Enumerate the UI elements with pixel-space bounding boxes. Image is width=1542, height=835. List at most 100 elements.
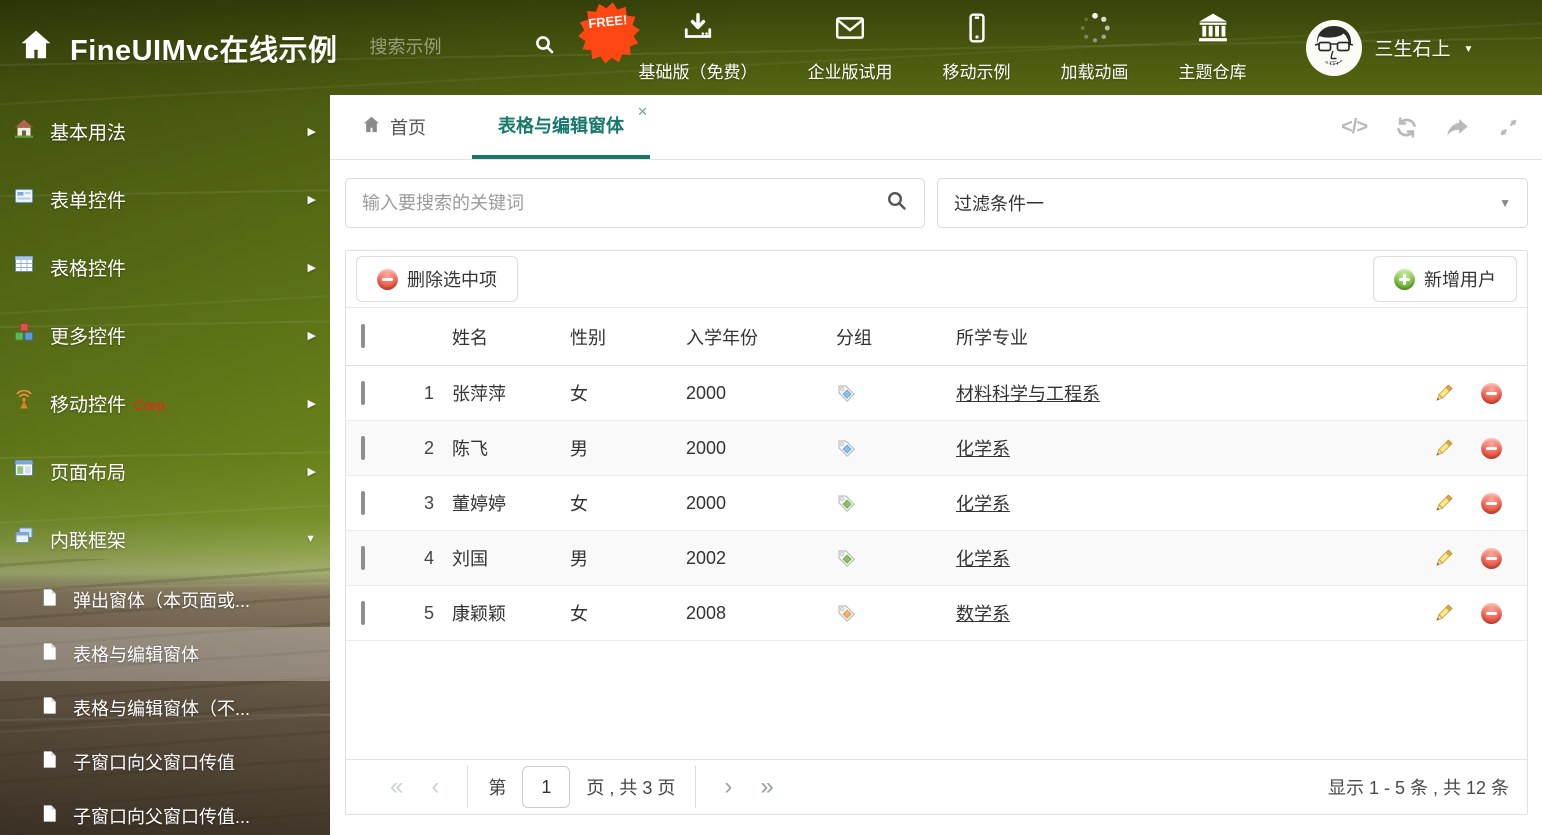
close-icon[interactable]: ✕ xyxy=(637,104,648,120)
sidebar-subitem-child-to-parent[interactable]: 子窗口向父窗口传值 xyxy=(0,735,330,789)
edit-icon[interactable] xyxy=(1432,492,1455,515)
sidebar-item-inline-frame[interactable]: 内联框架 ▼ xyxy=(0,505,330,573)
sidebar-subitem-popup-window[interactable]: 弹出窗体（本页面或... xyxy=(0,573,330,627)
caret-right-icon: ▶ xyxy=(307,193,316,206)
sidebar-subitem-child-to-parent-2[interactable]: 子窗口向父窗口传值... xyxy=(0,789,330,835)
delete-row-icon[interactable] xyxy=(1481,492,1502,514)
next-page-button[interactable]: › xyxy=(710,775,746,799)
sidebar-item-more-controls[interactable]: 更多控件 ▶ xyxy=(0,301,330,369)
row-number: 1 xyxy=(423,382,434,403)
major-link[interactable]: 化学系 xyxy=(956,549,1010,569)
layout-icon xyxy=(14,458,34,484)
first-page-button[interactable]: « xyxy=(376,775,417,799)
sidebar-item-mobile-controls[interactable]: 移动控件 Corp. ▶ xyxy=(0,369,330,437)
caret-right-icon: ▶ xyxy=(307,329,316,342)
refresh-icon[interactable] xyxy=(1395,116,1418,139)
row-checkbox[interactable] xyxy=(361,490,365,515)
row-checkbox[interactable] xyxy=(361,380,365,405)
nav-label: 企业版试用 xyxy=(807,63,893,82)
edit-icon[interactable] xyxy=(1432,547,1455,570)
row-checkbox[interactable] xyxy=(361,435,365,460)
column-header-gender[interactable]: 性别 xyxy=(570,324,686,350)
tab-grid-edit-window[interactable]: 表格与编辑窗体 ✕ xyxy=(472,95,650,159)
chevron-down-icon: ▼ xyxy=(1499,196,1511,210)
edit-icon[interactable] xyxy=(1432,382,1455,405)
row-checkbox[interactable] xyxy=(361,600,365,625)
search-icon[interactable] xyxy=(886,190,908,217)
keyword-search-input[interactable] xyxy=(362,192,886,214)
nav-mobile-demo[interactable]: 移动示例 xyxy=(918,12,1036,83)
sidebar-subitem-label: 子窗口向父窗口传值 xyxy=(73,753,235,773)
table-icon xyxy=(14,254,34,280)
last-page-button[interactable]: » xyxy=(746,775,787,799)
sidebar-item-label: 内联框架 xyxy=(50,530,127,552)
main-content: 首页 表格与编辑窗体 ✕ </> 输入要搜索的关键词 过滤条件一 ▼ 删除选中项… xyxy=(330,95,1542,835)
header-search xyxy=(369,34,570,61)
record-count-summary: 显示 1 - 5 条 , 共 12 条 xyxy=(1327,778,1509,798)
pagination-bar: « ‹ 第 页 , 共 3 页 › » 显示 1 - 5 条 , 共 12 条 xyxy=(346,759,1527,814)
tab-bar: 首页 表格与编辑窗体 ✕ </> xyxy=(330,95,1542,160)
major-link[interactable]: 化学系 xyxy=(956,439,1010,459)
user-menu[interactable]: 三生石上 ▼ xyxy=(1305,19,1474,76)
page-number-input[interactable] xyxy=(522,766,571,808)
major-link[interactable]: 数学系 xyxy=(956,604,1010,624)
sidebar-item-label: 移动控件 xyxy=(50,394,127,416)
sidebar-subitem-grid-edit-window[interactable]: 表格与编辑窗体 xyxy=(0,627,330,681)
sidebar-item-form-controls[interactable]: 表单控件 ▶ xyxy=(0,165,330,233)
nav-theme-store[interactable]: 主题仓库 xyxy=(1154,12,1272,83)
chevron-down-icon: ▼ xyxy=(1463,43,1474,55)
table-row: 5 康颖颖 女 2008 数学系 xyxy=(346,586,1527,641)
nav-basic-edition[interactable]: FREE! 基础版（免费） xyxy=(614,12,783,83)
nav-label: 基础版（免费） xyxy=(638,63,758,82)
sidebar-item-grid-controls[interactable]: 表格控件 ▶ xyxy=(0,233,330,301)
tabbar-tools: </> xyxy=(1341,95,1520,159)
delete-row-icon[interactable] xyxy=(1481,547,1502,569)
row-checkbox[interactable] xyxy=(361,545,365,570)
filter-select[interactable]: 过滤条件一 ▼ xyxy=(937,178,1528,228)
delete-row-icon[interactable] xyxy=(1481,437,1502,459)
column-header-year[interactable]: 入学年份 xyxy=(686,324,836,350)
brand[interactable]: FineUIMvc在线示例 xyxy=(0,27,338,69)
page-icon xyxy=(40,696,59,720)
nav-loading-animation[interactable]: 加载动画 xyxy=(1036,12,1154,83)
cell-name: 董婷婷 xyxy=(452,494,506,514)
expand-icon[interactable] xyxy=(1497,116,1520,139)
search-icon[interactable] xyxy=(520,34,556,61)
share-icon[interactable] xyxy=(1446,116,1469,139)
delete-row-icon[interactable] xyxy=(1481,602,1502,624)
major-link[interactable]: 材料科学与工程系 xyxy=(956,384,1100,404)
add-user-button[interactable]: 新增用户 xyxy=(1373,256,1517,302)
view-source-icon[interactable]: </> xyxy=(1341,116,1368,139)
column-header-major[interactable]: 所学专业 xyxy=(956,324,1407,350)
filter-select-value: 过滤条件一 xyxy=(954,194,1044,214)
sidebar-item-basic-usage[interactable]: 基本用法 ▶ xyxy=(0,97,330,165)
tab-label: 首页 xyxy=(390,118,426,138)
prev-page-button[interactable]: ‹ xyxy=(417,775,453,799)
cell-gender: 女 xyxy=(570,494,588,514)
edit-icon[interactable] xyxy=(1432,437,1455,460)
nav-enterprise-trial[interactable]: 企业版试用 xyxy=(783,12,918,83)
cell-name: 康颖颖 xyxy=(452,604,506,624)
form-icon xyxy=(14,186,34,212)
delete-row-icon[interactable] xyxy=(1481,382,1502,404)
cell-year: 2008 xyxy=(686,602,727,623)
cell-year: 2000 xyxy=(686,437,727,458)
grid-panel: 删除选中项 新增用户 姓名 性别 入学年份 分组 所学专业 1 张萍萍 女 20… xyxy=(345,250,1528,815)
tab-home[interactable]: 首页 xyxy=(362,95,426,159)
sidebar-subitem-grid-edit-window-2[interactable]: 表格与编辑窗体（不... xyxy=(0,681,330,735)
major-link[interactable]: 化学系 xyxy=(956,494,1010,514)
page-icon xyxy=(40,642,59,666)
row-number: 4 xyxy=(423,547,434,568)
select-all-checkbox[interactable] xyxy=(361,324,365,348)
column-header-group[interactable]: 分组 xyxy=(836,324,956,350)
sidebar-item-page-layout[interactable]: 页面布局 ▶ xyxy=(0,437,330,505)
frames-icon xyxy=(14,526,34,552)
sidebar-subitem-label: 子窗口向父窗口传值... xyxy=(73,807,251,827)
header-search-input[interactable] xyxy=(369,37,520,58)
edit-icon[interactable] xyxy=(1432,602,1455,625)
page-icon xyxy=(40,804,59,828)
column-header-name[interactable]: 姓名 xyxy=(440,324,570,350)
cell-gender: 男 xyxy=(570,549,588,569)
delete-selected-button[interactable]: 删除选中项 xyxy=(356,256,518,302)
row-number: 2 xyxy=(423,437,434,458)
